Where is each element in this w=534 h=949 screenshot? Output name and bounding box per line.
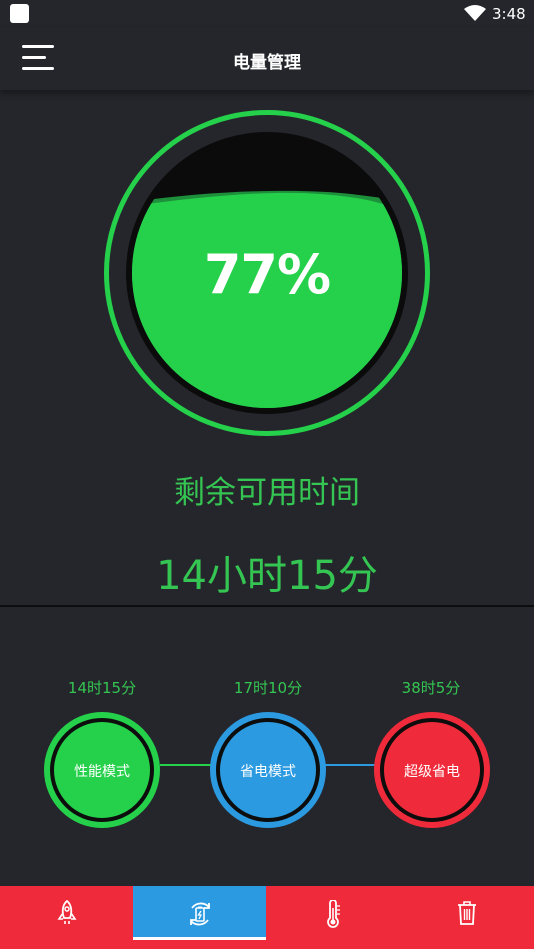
tab-rocket[interactable]: [0, 886, 133, 941]
tab-clean[interactable]: [400, 886, 533, 941]
tab-battery[interactable]: [133, 886, 266, 940]
tab-temperature[interactable]: [266, 886, 399, 941]
mode-connector: [324, 764, 376, 766]
mode-label: 省电模式: [240, 764, 296, 780]
mode-connector: [160, 764, 212, 766]
battery-gauge: 77%: [104, 110, 430, 436]
notification-icon: [10, 4, 29, 23]
mode-time-performance: 14时15分: [67, 679, 137, 697]
bottom-tab-bar: [0, 886, 534, 949]
status-bar: 3:48: [0, 0, 534, 28]
remaining-time-label: 剩余可用时间: [174, 475, 360, 511]
mode-button-power-saving[interactable]: 省电模式: [210, 712, 326, 828]
battery-refresh-icon: [189, 902, 210, 926]
mode-button-super-saving[interactable]: 超级省电: [374, 712, 490, 828]
rocket-icon: [57, 900, 76, 924]
battery-percent: 77%: [203, 243, 331, 306]
divider: [0, 605, 534, 607]
mode-time-super-saving: 38时5分: [401, 679, 461, 697]
mode-label: 性能模式: [74, 764, 130, 780]
wifi-icon: [464, 5, 486, 21]
mode-label: 超级省电: [404, 764, 460, 780]
remaining-time-value: 14小时15分: [156, 553, 378, 599]
app-header: 电量管理: [0, 28, 534, 90]
trash-icon: [457, 901, 476, 925]
page-title: 电量管理: [233, 53, 301, 73]
mode-button-performance[interactable]: 性能模式: [44, 712, 160, 828]
thermometer-icon: [326, 900, 340, 928]
mode-time-power-saving: 17时10分: [233, 679, 303, 697]
clock: 3:48: [492, 5, 526, 23]
